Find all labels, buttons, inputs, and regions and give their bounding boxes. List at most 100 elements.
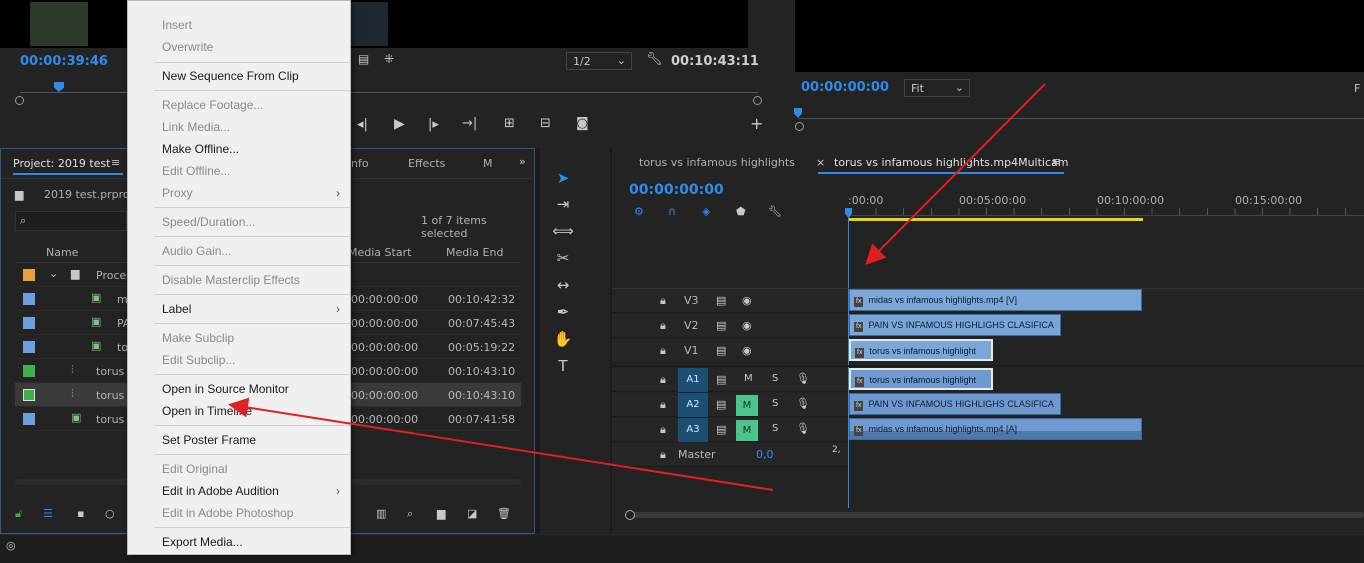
tab-sequence-1[interactable]: torus vs infamous highlights	[639, 156, 795, 169]
eye-icon[interactable]: ◉	[742, 294, 752, 307]
wrench-icon[interactable]: 🔧︎	[768, 205, 782, 218]
track-header-a1[interactable]: 🔒︎ A1 ▤ M S 🎙︎	[612, 368, 848, 392]
master-volume-value[interactable]: 0,0	[756, 448, 774, 461]
clip-a3[interactable]: fx midas vs infamous highlights.mp4 [A]	[849, 418, 1142, 440]
new-item-icon[interactable]: ◪	[467, 507, 477, 520]
menu-item-edit-offline[interactable]: Edit Offline...	[128, 160, 350, 182]
overflow-chevron-icon[interactable]: »	[519, 155, 526, 168]
add-marker-icon[interactable]: ⬟	[736, 205, 746, 218]
sync-lock-icon[interactable]: ▤	[716, 373, 726, 386]
track-header-a3[interactable]: 🔒︎ A3 ▤ M S 🎙︎	[612, 418, 848, 442]
zoom-handle-left[interactable]	[625, 510, 635, 520]
label-swatch[interactable]	[23, 413, 35, 425]
step-forward-icon[interactable]: |▸	[428, 117, 439, 132]
microphone-icon[interactable]: 🎙︎	[796, 372, 810, 385]
zoom-handle-left[interactable]	[795, 122, 804, 131]
lock-icon[interactable]: 🔒︎	[660, 373, 666, 387]
menu-item-open-in-source-monitor[interactable]: Open in Source Monitor	[128, 378, 350, 400]
label-swatch[interactable]	[23, 269, 35, 281]
zoom-slider-handle[interactable]: ○	[105, 507, 115, 520]
overwrite-icon[interactable]: ⊟	[540, 116, 551, 131]
playhead-handle[interactable]	[794, 108, 802, 118]
ripple-edit-tool-icon[interactable]: ⟺	[550, 219, 576, 243]
lock-icon[interactable]: 🔒︎	[660, 398, 666, 412]
menu-item-edit-in-adobe-audition[interactable]: Edit in Adobe Audition ›	[128, 480, 350, 502]
track-header-v3[interactable]: 🔒︎ V3 ▤ ◉	[612, 289, 848, 313]
zoom-select[interactable]: 1/2 ⌄	[566, 52, 632, 70]
track-header-a2[interactable]: 🔒︎ A2 ▤ M S 🎙︎	[612, 393, 848, 417]
menu-item-proxy[interactable]: Proxy ›	[128, 182, 350, 204]
linked-selection-icon[interactable]: ◈	[702, 205, 710, 218]
menu-item-edit-in-adobe-photoshop[interactable]: Edit in Adobe Photoshop	[128, 502, 350, 524]
tab-effects[interactable]: Effects	[408, 157, 445, 170]
tab-info[interactable]: nfo	[351, 157, 369, 170]
track-header-v1[interactable]: 🔒︎ V1 ▤ ◉	[612, 339, 848, 363]
menu-item-link-media[interactable]: Link Media...	[128, 116, 350, 138]
selection-tool-icon[interactable]: ➤	[550, 166, 576, 190]
mute-button-active[interactable]: M	[736, 395, 758, 416]
menu-item-edit-subclip[interactable]: Edit Subclip...	[128, 349, 350, 371]
menu-item-set-poster-frame[interactable]: Set Poster Frame	[128, 429, 350, 451]
list-view-icon[interactable]: ☰	[43, 507, 53, 520]
go-to-out-icon[interactable]: →|	[462, 116, 477, 131]
pen-tool-icon[interactable]: ✒	[550, 300, 576, 324]
menu-item-replace-footage[interactable]: Replace Footage...	[128, 94, 350, 116]
menu-item-disable-masterclip-effects[interactable]: Disable Masterclip Effects	[128, 269, 350, 291]
menu-item-audio-gain[interactable]: Audio Gain...	[128, 240, 350, 262]
column-media-end[interactable]: Media End	[446, 246, 503, 259]
track-target-a3[interactable]: A3	[678, 418, 708, 442]
new-bin-icon[interactable]: ▆	[437, 507, 445, 520]
snap-icon[interactable]: ∩	[668, 205, 676, 218]
time-ruler[interactable]	[848, 208, 1364, 216]
panel-menu-icon[interactable]: ≡	[1052, 155, 1061, 168]
menu-item-overwrite[interactable]: Overwrite	[128, 36, 350, 58]
lock-icon[interactable]: 🔒︎	[660, 294, 666, 308]
lock-icon[interactable]: 🔓︎	[15, 507, 22, 521]
sync-lock-icon[interactable]: ▤	[716, 423, 726, 436]
film-icon[interactable]: ▤	[358, 52, 369, 66]
trash-icon[interactable]: 🗑︎	[497, 507, 511, 520]
menu-item-speed-duration[interactable]: Speed/Duration...	[128, 211, 350, 233]
automate-icon[interactable]: ▥	[376, 507, 386, 520]
type-tool-icon[interactable]: T	[550, 354, 576, 378]
clip-a1[interactable]: fx torus vs infamous highlight	[849, 368, 993, 390]
nest-icon[interactable]: ⚙	[634, 205, 644, 218]
sync-lock-icon[interactable]: ▤	[716, 319, 726, 332]
search-input[interactable]: ⌕	[15, 211, 127, 231]
column-media-start[interactable]: Media Start	[348, 246, 411, 259]
menu-item-label[interactable]: Label ›	[128, 298, 350, 320]
add-button-icon[interactable]: +	[750, 114, 763, 133]
program-timecode[interactable]: 00:00:00:00	[801, 80, 889, 95]
track-target-a1[interactable]: A1	[678, 368, 708, 392]
menu-item-make-offline[interactable]: Make Offline...	[128, 138, 350, 160]
clip-a2[interactable]: fx PAIN VS INFAMOUS HIGHLIGHS CLASIFICA	[849, 393, 1061, 415]
hand-tool-icon[interactable]: ✋	[550, 327, 576, 351]
fit-select[interactable]: Fit ⌄	[904, 79, 970, 97]
camera-icon[interactable]: ◙	[576, 116, 589, 131]
drag-video-icon[interactable]: ⁜	[384, 52, 394, 66]
microphone-icon[interactable]: 🎙︎	[796, 422, 810, 435]
lock-icon[interactable]: 🔒︎	[660, 423, 666, 437]
chevron-down-icon[interactable]: ⌄	[49, 267, 58, 280]
track-header-master[interactable]: 🔒︎ Master 0,0 2,	[612, 443, 848, 467]
work-area-bar[interactable]	[848, 218, 1143, 221]
label-swatch[interactable]	[23, 365, 35, 377]
lock-icon[interactable]: 🔒︎	[660, 319, 666, 333]
render-status-icon[interactable]: ◎	[6, 539, 16, 552]
timeline-timecode[interactable]: 00:00:00:00	[629, 182, 724, 198]
microphone-icon[interactable]: 🎙︎	[796, 397, 810, 410]
source-timecode[interactable]: 00:00:39:46	[20, 54, 108, 69]
solo-button[interactable]: S	[772, 423, 778, 434]
icon-view-icon[interactable]: ▪	[77, 507, 84, 520]
label-swatch[interactable]	[23, 293, 35, 305]
tab-project[interactable]: Project: 2019 test	[13, 157, 110, 170]
track-target-a2[interactable]: A2	[678, 393, 708, 417]
zoom-handle-left[interactable]	[15, 96, 24, 105]
timeline-scrollbar[interactable]	[626, 512, 1364, 518]
menu-item-edit-original[interactable]: Edit Original	[128, 458, 350, 480]
close-icon[interactable]: ×	[816, 156, 825, 169]
label-swatch[interactable]	[23, 341, 35, 353]
eye-icon[interactable]: ◉	[742, 344, 752, 357]
zoom-handle-right[interactable]	[753, 96, 762, 105]
playhead-handle[interactable]	[845, 208, 852, 218]
